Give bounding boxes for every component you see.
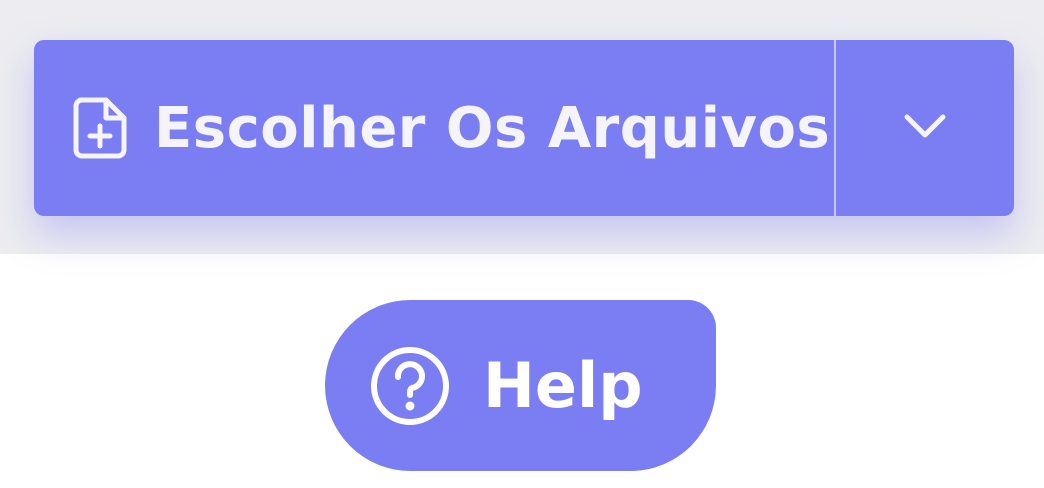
file-plus-icon: [72, 96, 128, 160]
help-label: Help: [483, 349, 643, 422]
file-options-dropdown-toggle[interactable]: [836, 40, 1014, 216]
choose-files-label: Escolher Os Arquivos: [154, 95, 831, 161]
choose-files-button[interactable]: Escolher Os Arquivos: [34, 40, 834, 216]
question-circle-icon: [369, 345, 451, 427]
file-chooser-split-button: Escolher Os Arquivos: [34, 40, 1014, 216]
chevron-down-icon: [903, 113, 947, 143]
help-button[interactable]: Help: [325, 300, 716, 471]
